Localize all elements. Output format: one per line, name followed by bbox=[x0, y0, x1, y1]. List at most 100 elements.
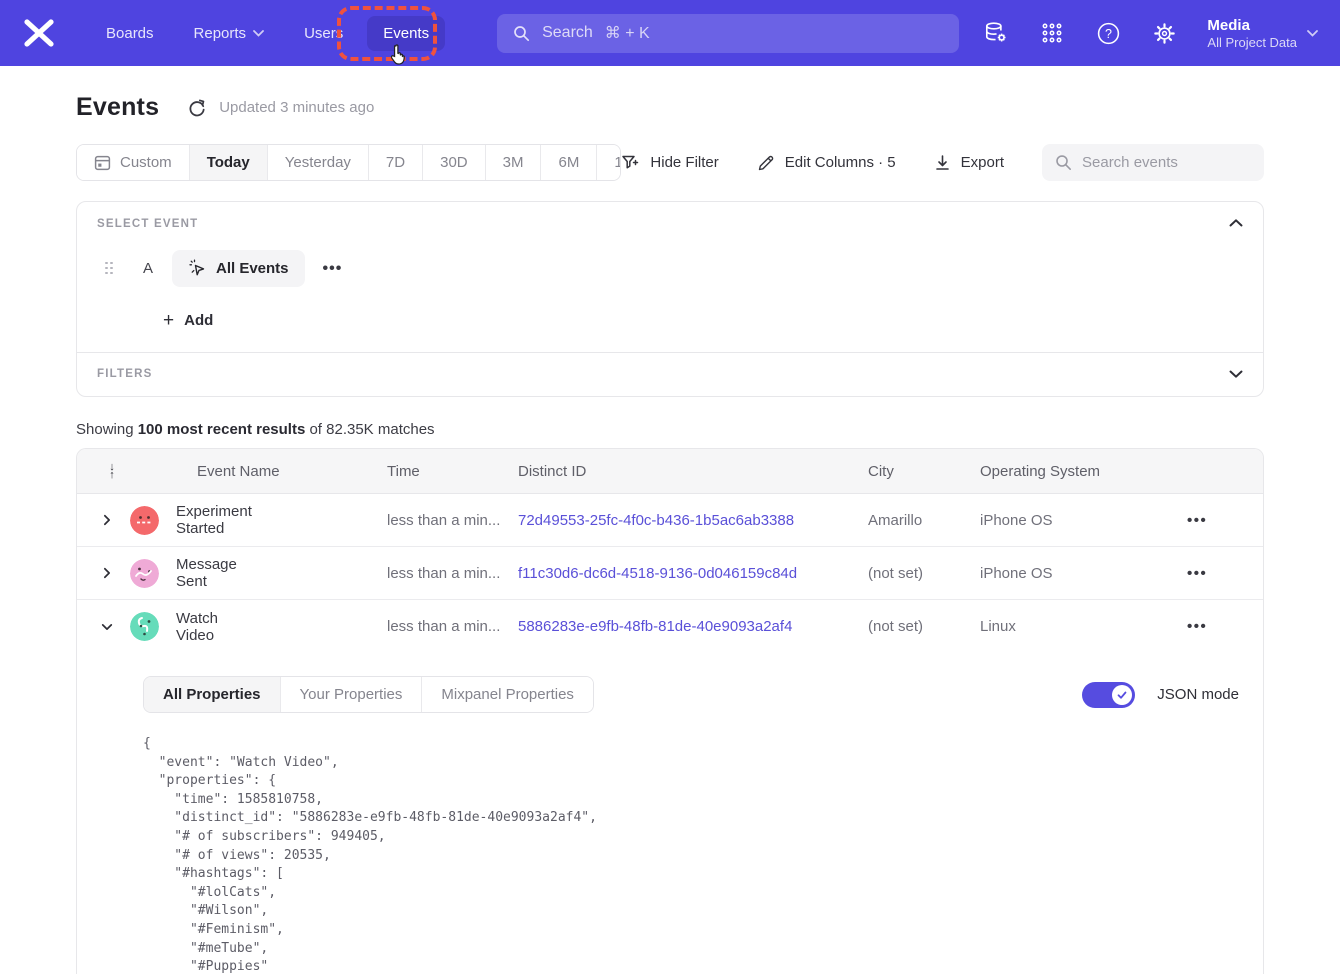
project-selector[interactable]: Media All Project Data bbox=[1207, 16, 1318, 51]
event-city: Amarillo bbox=[868, 512, 980, 529]
table-row: Message Sent less than a min... f11c30d6… bbox=[77, 547, 1263, 600]
collapse-all-icon[interactable]: ↓↑ bbox=[104, 463, 120, 479]
date-today-button[interactable]: Today bbox=[190, 145, 268, 180]
json-mode-toggle[interactable] bbox=[1082, 682, 1135, 708]
all-events-chip[interactable]: All Events bbox=[172, 250, 305, 287]
search-icon bbox=[1055, 154, 1072, 171]
page-header: Events Updated 3 minutes ago bbox=[76, 93, 1264, 122]
last-updated-text: Updated 3 minutes ago bbox=[219, 99, 374, 116]
event-name: Message Sent bbox=[176, 556, 237, 590]
row-more-menu[interactable]: ••• bbox=[1187, 565, 1207, 582]
export-button[interactable]: Export bbox=[934, 154, 1004, 172]
chevron-right-icon[interactable] bbox=[101, 514, 113, 526]
settings-gear-icon[interactable] bbox=[1151, 20, 1177, 46]
row-more-menu[interactable]: ••• bbox=[1187, 512, 1207, 529]
results-count: 100 most recent results bbox=[138, 421, 306, 438]
refresh-icon[interactable] bbox=[187, 98, 207, 118]
plus-icon: + bbox=[163, 311, 174, 330]
event-time: less than a min... bbox=[387, 618, 518, 635]
hide-filter-button[interactable]: Hide Filter bbox=[621, 154, 718, 172]
distinct-id-link[interactable]: 5886283e-e9fb-48fb-81de-40e9093a2af4 bbox=[518, 618, 868, 635]
event-time: less than a min... bbox=[387, 512, 518, 529]
search-events-placeholder: Search events bbox=[1082, 154, 1178, 171]
chevron-down-icon bbox=[253, 30, 264, 37]
date-30d-button[interactable]: 30D bbox=[423, 145, 486, 180]
query-builder-card: SELECT EVENT A All Events ••• + bbox=[76, 201, 1264, 397]
filters-section[interactable]: FILTERS bbox=[77, 353, 1263, 396]
nav-items: Boards Reports Users Events bbox=[90, 16, 445, 51]
event-os: Linux bbox=[980, 618, 1187, 635]
mixpanel-logo[interactable] bbox=[22, 18, 56, 48]
table-row: Experiment Started less than a min... 72… bbox=[77, 494, 1263, 547]
filters-label: FILTERS bbox=[97, 368, 1243, 380]
search-events-input[interactable]: Search events bbox=[1042, 144, 1264, 181]
apps-grid-icon[interactable] bbox=[1039, 20, 1065, 46]
toggle-knob bbox=[1112, 685, 1132, 705]
event-city: (not set) bbox=[868, 618, 980, 635]
date-3m-button[interactable]: 3M bbox=[486, 145, 542, 180]
col-time: Time bbox=[387, 463, 518, 480]
distinct-id-link[interactable]: f11c30d6-dc6d-4518-9136-0d046159c84d bbox=[518, 565, 868, 582]
date-range-control: Custom Today Yesterday 7D 30D 3M 6M 12M bbox=[76, 144, 621, 181]
nav-item-users[interactable]: Users bbox=[288, 16, 359, 51]
tab-all-properties[interactable]: All Properties bbox=[144, 677, 281, 712]
col-event-name: Event Name bbox=[197, 463, 387, 480]
event-query-row: A All Events ••• bbox=[97, 250, 1243, 287]
distinct-id-link[interactable]: 72d49553-25fc-4f0c-b436-1b5ac6ab3388 bbox=[518, 512, 868, 529]
search-shortcut: ⌘ + K bbox=[605, 23, 650, 43]
top-navbar: Boards Reports Users Events Search ⌘ + K bbox=[0, 0, 1340, 66]
date-7d-button[interactable]: 7D bbox=[369, 145, 423, 180]
event-json-viewer[interactable]: { "event": "Watch Video", "properties": … bbox=[143, 735, 1239, 974]
col-city: City bbox=[868, 463, 980, 480]
event-cursor-sparkle-icon bbox=[188, 259, 207, 278]
nav-item-boards[interactable]: Boards bbox=[90, 16, 170, 51]
event-detail-panel: All Properties Your Properties Mixpanel … bbox=[77, 653, 1263, 974]
event-name: Experiment Started bbox=[176, 503, 252, 537]
date-yesterday-button[interactable]: Yesterday bbox=[268, 145, 369, 180]
download-icon bbox=[934, 154, 951, 172]
check-icon bbox=[1116, 689, 1128, 701]
table-header-row: ↓↑ Event Name Time Distinct ID City Oper… bbox=[77, 449, 1263, 494]
data-management-icon[interactable] bbox=[983, 20, 1009, 46]
event-time: less than a min... bbox=[387, 565, 518, 582]
drag-handle[interactable] bbox=[105, 262, 114, 276]
event-os: iPhone OS bbox=[980, 512, 1187, 529]
table-toolbar: Hide Filter Edit Columns · 5 Export bbox=[621, 144, 1264, 181]
event-avatar bbox=[130, 506, 159, 535]
properties-tabs: All Properties Your Properties Mixpanel … bbox=[143, 676, 594, 713]
chevron-right-icon[interactable] bbox=[101, 567, 113, 579]
svg-text:?: ? bbox=[1105, 27, 1112, 41]
tab-mixpanel-properties[interactable]: Mixpanel Properties bbox=[422, 677, 593, 712]
events-table: ↓↑ Event Name Time Distinct ID City Oper… bbox=[76, 448, 1264, 974]
tab-your-properties[interactable]: Your Properties bbox=[281, 677, 423, 712]
page-title: Events bbox=[76, 93, 159, 122]
pencil-icon bbox=[757, 154, 775, 172]
date-12m-button[interactable]: 12M bbox=[597, 145, 621, 180]
json-mode-label: JSON mode bbox=[1157, 686, 1239, 703]
nav-item-reports[interactable]: Reports bbox=[178, 16, 281, 51]
edit-columns-button[interactable]: Edit Columns · 5 bbox=[757, 154, 896, 172]
event-row-letter: A bbox=[140, 260, 156, 277]
nav-item-events[interactable]: Events bbox=[367, 16, 445, 51]
date-6m-button[interactable]: 6M bbox=[541, 145, 597, 180]
event-avatar bbox=[130, 559, 159, 588]
date-custom-button[interactable]: Custom bbox=[77, 145, 190, 180]
event-city: (not set) bbox=[868, 565, 980, 582]
row-more-menu[interactable]: ••• bbox=[1187, 618, 1207, 635]
select-event-section: SELECT EVENT A All Events ••• + bbox=[77, 202, 1263, 352]
table-row-expanded: Watch Video less than a min... 5886283e-… bbox=[77, 600, 1263, 653]
event-more-menu[interactable]: ••• bbox=[323, 260, 343, 278]
navbar-right: ? Media All Project Data bbox=[983, 16, 1318, 51]
chevron-down-icon[interactable] bbox=[101, 621, 113, 633]
add-event-button[interactable]: + Add bbox=[163, 311, 1243, 330]
search-placeholder: Search bbox=[542, 24, 593, 42]
search-icon bbox=[513, 25, 530, 42]
project-subtitle: All Project Data bbox=[1207, 35, 1297, 50]
project-name: Media bbox=[1207, 16, 1297, 36]
global-search-input[interactable]: Search ⌘ + K bbox=[497, 14, 959, 53]
filter-funnel-icon bbox=[621, 154, 640, 172]
help-icon[interactable]: ? bbox=[1095, 20, 1121, 46]
chevron-up-icon[interactable] bbox=[1229, 216, 1243, 230]
chevron-down-icon bbox=[1307, 30, 1318, 37]
chevron-down-icon[interactable] bbox=[1229, 367, 1243, 381]
